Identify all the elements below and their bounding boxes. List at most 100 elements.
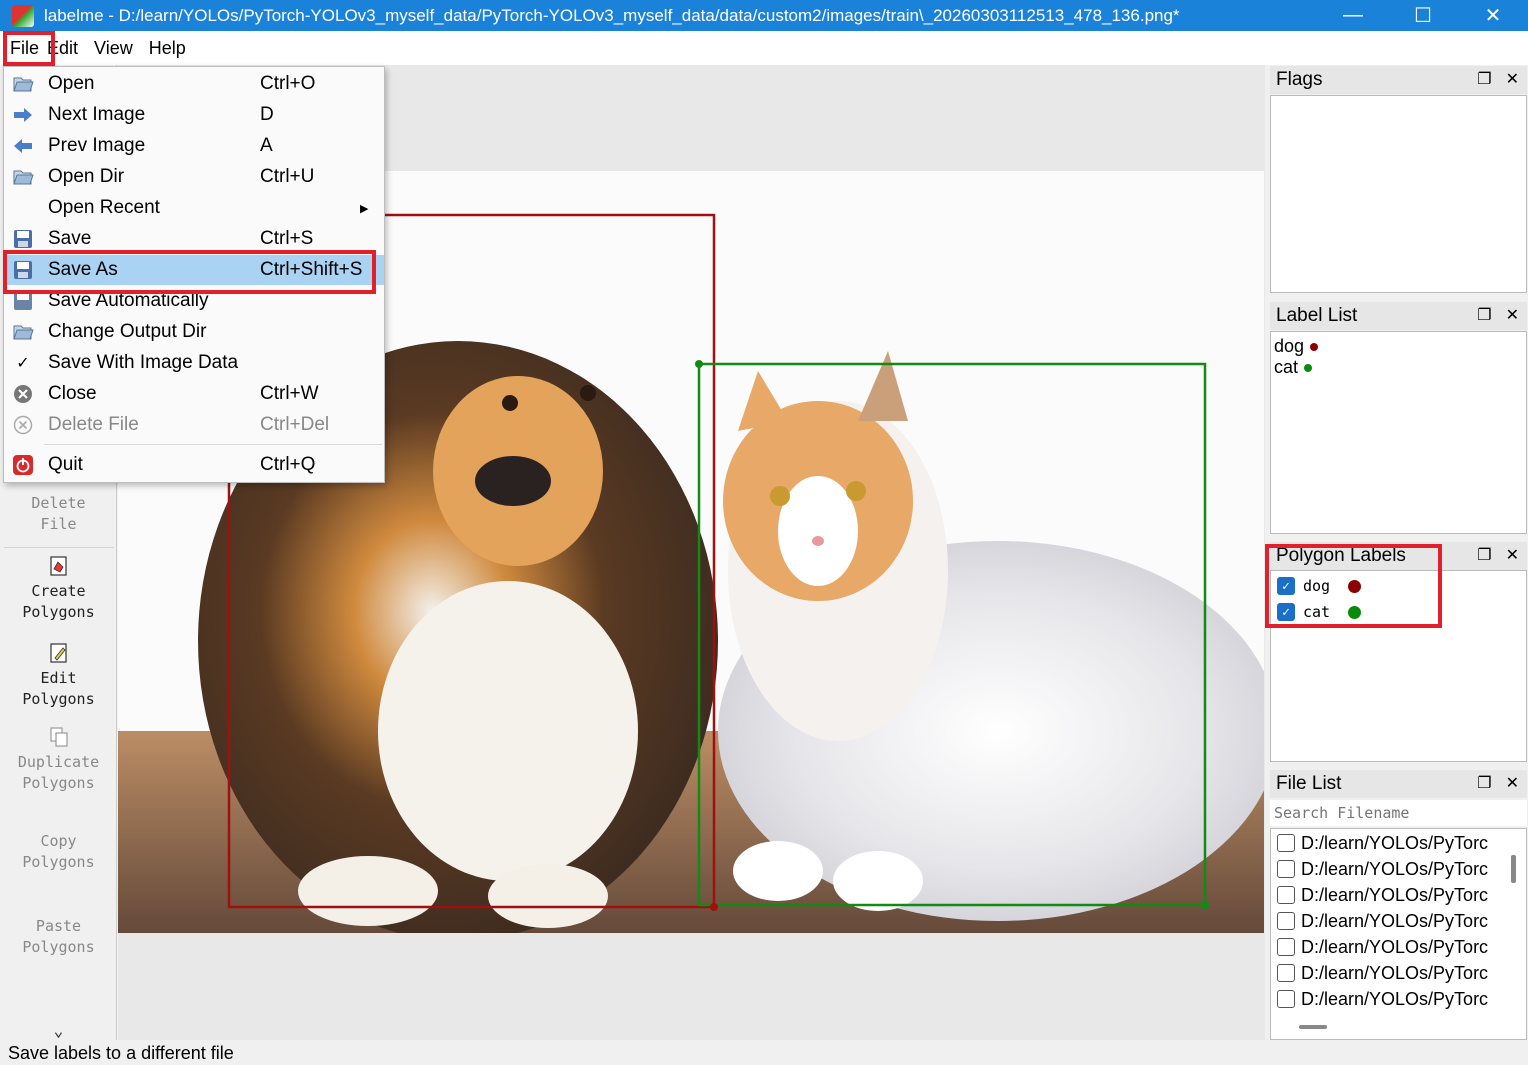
label-list-item[interactable]: cat xyxy=(1271,357,1526,378)
edit-polygons-label-1: Edit xyxy=(40,669,77,687)
menu-item-open[interactable]: Open Ctrl+O xyxy=(4,69,384,99)
label-color-dot xyxy=(1310,342,1319,351)
menu-item-quit[interactable]: Quit Ctrl+Q xyxy=(4,450,384,480)
menu-label: Save xyxy=(48,228,92,249)
label-name: dog xyxy=(1274,336,1305,356)
delete-circle-icon xyxy=(11,413,35,437)
file-path: D:/learn/YOLOs/PyTorc xyxy=(1301,962,1489,983)
menu-label: Open Dir xyxy=(48,166,125,187)
menu-item-save-as[interactable]: Save As Ctrl+Shift+S xyxy=(4,255,384,285)
paste-polygons-tool[interactable]: Paste Polygons xyxy=(0,916,117,958)
file-checkbox[interactable] xyxy=(1277,964,1295,982)
menu-item-prev-image[interactable]: Prev Image A xyxy=(4,131,384,161)
duplicate-icon xyxy=(49,727,68,747)
float-dock-icon[interactable]: ❐ xyxy=(1477,305,1491,325)
menu-help[interactable]: Help xyxy=(141,34,194,63)
menu-item-open-recent[interactable]: Open Recent ▶ xyxy=(4,193,384,223)
close-window-button[interactable]: ✕ xyxy=(1458,0,1528,31)
menu-view[interactable]: View xyxy=(86,34,141,63)
duplicate-polygons-tool[interactable]: Duplicate Polygons xyxy=(0,726,117,794)
menu-edit[interactable]: Edit xyxy=(47,34,86,63)
menu-label: Prev Image xyxy=(48,135,146,156)
polygon-label-name: dog xyxy=(1303,577,1331,595)
menu-label: Save As xyxy=(48,259,118,280)
file-checkbox[interactable] xyxy=(1277,860,1295,878)
toolbar-expand-icon[interactable]: ⌄ xyxy=(0,1020,117,1041)
polygon-label-item[interactable]: ✓ dog xyxy=(1271,573,1526,599)
menu-label: Delete File xyxy=(48,414,139,435)
polygon-labels-dock-title: Polygon Labels ❐ ✕ xyxy=(1270,542,1527,570)
label-color-dot xyxy=(1304,363,1313,372)
checkmark-icon: ✓ xyxy=(16,355,30,372)
delete-file-tool[interactable]: Delete File xyxy=(0,493,117,535)
delete-file-label-2: File xyxy=(40,515,77,533)
power-icon xyxy=(11,453,35,477)
menu-item-save-automatically[interactable]: Save Automatically xyxy=(4,286,384,316)
menu-item-save[interactable]: Save Ctrl+S xyxy=(4,224,384,254)
search-filename-input[interactable] xyxy=(1270,800,1527,826)
file-checkbox[interactable] xyxy=(1277,990,1295,1008)
float-dock-icon[interactable]: ❐ xyxy=(1477,69,1491,89)
file-checkbox[interactable] xyxy=(1277,886,1295,904)
menu-item-save-with-image-data[interactable]: ✓ Save With Image Data xyxy=(4,348,384,378)
file-list-item[interactable]: D:/learn/YOLOs/PyTorc xyxy=(1271,986,1526,1012)
maximize-button[interactable]: ☐ xyxy=(1388,0,1458,31)
close-circle-icon xyxy=(11,382,35,406)
file-list-item[interactable]: D:/learn/YOLOs/PyTorc xyxy=(1271,908,1526,934)
menu-item-close[interactable]: Close Ctrl+W xyxy=(4,379,384,409)
create-polygons-tool[interactable]: Create Polygons xyxy=(0,555,117,623)
close-dock-icon[interactable]: ✕ xyxy=(1506,773,1519,793)
file-list-item[interactable]: D:/learn/YOLOs/PyTorc xyxy=(1271,882,1526,908)
float-dock-icon[interactable]: ❐ xyxy=(1477,545,1491,565)
create-polygon-icon xyxy=(49,556,67,576)
copy-polygons-tool[interactable]: Copy Polygons xyxy=(0,831,117,873)
menu-item-next-image[interactable]: Next Image D xyxy=(4,100,384,130)
copy-polygons-label-1: Copy xyxy=(40,832,77,850)
menu-shortcut: Ctrl+S xyxy=(260,228,314,249)
file-list-dock-title: File List ❐ ✕ xyxy=(1270,770,1527,798)
close-dock-icon[interactable]: ✕ xyxy=(1506,305,1519,325)
horizontal-scrollbar[interactable] xyxy=(1299,1025,1327,1029)
label-list-title: Label List xyxy=(1276,305,1358,326)
menu-label: Save Automatically xyxy=(48,290,209,311)
submenu-arrow-icon: ▶ xyxy=(360,202,369,215)
close-dock-icon[interactable]: ✕ xyxy=(1506,69,1519,89)
vertical-scrollbar[interactable] xyxy=(1511,855,1516,883)
file-list-title: File List xyxy=(1276,773,1342,794)
polygon-visible-checkbox[interactable]: ✓ xyxy=(1277,577,1295,595)
file-list-item[interactable]: D:/learn/YOLOs/PyTorc xyxy=(1271,830,1526,856)
floppy-disk-icon xyxy=(11,289,35,313)
polygon-label-item[interactable]: ✓ cat xyxy=(1271,599,1526,625)
toolbar-divider xyxy=(4,547,114,548)
paste-polygons-label-1: Paste xyxy=(35,917,82,935)
label-list-item[interactable]: dog xyxy=(1271,336,1526,357)
file-checkbox[interactable] xyxy=(1277,834,1295,852)
polygon-labels-panel: ✓ dog ✓ cat xyxy=(1270,570,1527,762)
window-title: labelme - D:/learn/YOLOs/PyTorch-YOLOv3_… xyxy=(44,5,1180,25)
file-list-item[interactable]: D:/learn/YOLOs/PyTorc xyxy=(1271,934,1526,960)
close-dock-icon[interactable]: ✕ xyxy=(1506,545,1519,565)
menu-item-open-dir[interactable]: Open Dir Ctrl+U xyxy=(4,162,384,192)
menu-label: Open Recent xyxy=(48,197,160,218)
edit-polygons-tool[interactable]: Edit Polygons xyxy=(0,642,117,710)
file-list-item[interactable]: D:/learn/YOLOs/PyTorc xyxy=(1271,856,1526,882)
file-checkbox[interactable] xyxy=(1277,938,1295,956)
menu-shortcut: Ctrl+U xyxy=(260,166,315,187)
menu-label: Change Output Dir xyxy=(48,321,207,342)
edit-pencil-icon xyxy=(49,643,67,663)
flags-panel xyxy=(1270,95,1527,293)
folder-open-icon xyxy=(11,320,35,344)
polygon-visible-checkbox[interactable]: ✓ xyxy=(1277,603,1295,621)
menu-item-delete-file[interactable]: Delete File Ctrl+Del xyxy=(4,410,384,440)
menu-item-change-output-dir[interactable]: Change Output Dir xyxy=(4,317,384,347)
minimize-button[interactable]: — xyxy=(1318,0,1388,31)
menu-file[interactable]: File xyxy=(2,34,47,63)
menu-label: Close xyxy=(48,383,97,404)
file-list-item[interactable]: D:/learn/YOLOs/PyTorc xyxy=(1271,960,1526,986)
file-checkbox[interactable] xyxy=(1277,912,1295,930)
menu-label: Quit xyxy=(48,454,83,475)
flags-dock-title: Flags ❐ ✕ xyxy=(1270,66,1527,94)
folder-open-icon xyxy=(11,72,35,96)
menu-separator xyxy=(44,444,382,445)
float-dock-icon[interactable]: ❐ xyxy=(1477,773,1491,793)
